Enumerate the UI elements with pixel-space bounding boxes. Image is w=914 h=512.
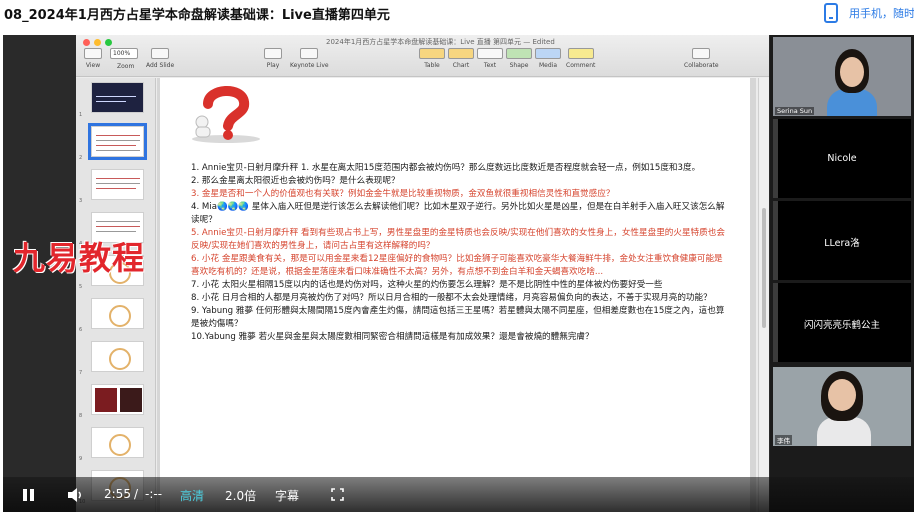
add-slide-button[interactable]: Add Slide — [146, 48, 174, 69]
chart-icon — [448, 48, 474, 59]
participant-tile[interactable]: Nicole — [773, 119, 911, 198]
slide-number: 1 — [79, 112, 83, 118]
participant-tile[interactable]: LLera洛 — [773, 201, 911, 280]
slide-thumbnail-selected[interactable] — [88, 123, 147, 160]
minimize-window-icon[interactable] — [94, 39, 101, 46]
collaborate-icon — [692, 48, 711, 59]
zoom-window-icon[interactable] — [105, 39, 112, 46]
slide-navigator[interactable]: 1 2 3 4 5 6 7 8 9 — [76, 78, 156, 512]
slide-thumbnail[interactable] — [91, 298, 144, 329]
subtitles-button[interactable]: 字幕 — [275, 487, 299, 504]
zoom-select[interactable]: 100% — [110, 48, 138, 59]
question-item: 8. 小花 日月合相的人都是月亮被灼伤了对吗？所以日月合相的一般都不太会处理情绪… — [191, 293, 712, 303]
pause-icon[interactable] — [23, 489, 35, 501]
slide-thumbnail[interactable] — [91, 82, 144, 113]
slide-thumbnail[interactable] — [91, 169, 144, 200]
slide-number: 7 — [79, 370, 83, 376]
fullscreen-icon[interactable] — [331, 488, 344, 501]
slide-number: 2 — [79, 155, 83, 161]
scrollbar-thumb[interactable] — [762, 208, 766, 328]
participants-panel: Serina Sun Nicole LLera洛 闪闪亮亮乐鹤公主 李伟 — [770, 35, 914, 512]
quality-button[interactable]: 高清 — [180, 487, 204, 504]
close-window-icon[interactable] — [83, 39, 90, 46]
watch-on-phone-link[interactable]: 用手机，随时 — [849, 5, 914, 21]
comment-icon — [567, 48, 594, 59]
question-item: 3. 金星是否和一个人的价值观也有关联？例如金金牛就是比较重视物质，金双鱼就很重… — [191, 189, 615, 199]
page-header: 08_2024年1月西方占星学本命盘解读基础课：Live直播第四单元 用手机，随… — [0, 0, 914, 30]
duration: -:-- — [145, 487, 163, 501]
current-time: 2:55 — [104, 487, 131, 501]
plus-icon — [151, 48, 170, 59]
question-item: 6. 小花 金星跟美食有关，那是可以用金星来看12星座偏好的食物吗？比如金狮子可… — [191, 254, 723, 277]
slide-thumbnail[interactable] — [91, 384, 144, 415]
table-button[interactable]: Table — [419, 48, 445, 69]
media-icon — [535, 48, 561, 59]
slide-number: 5 — [79, 284, 83, 290]
slide-canvas[interactable]: 1. Annie宝贝-日射月摩升秤 1. 水星在离太阳15度范围内都会被灼伤吗？… — [157, 78, 756, 512]
participant-name: LLera洛 — [824, 238, 860, 249]
keynote-toolbar: 2024年1月西方占星学本命盘解读基础课：Live 直播 第四单元 — Edit… — [76, 35, 769, 77]
play-button[interactable]: Play — [264, 48, 282, 69]
view-button[interactable]: View — [84, 48, 102, 69]
question-item: 9. Yabung 雅夢 任何形體與太陽間隔15度內會產生灼傷，請問這包括三王星… — [191, 306, 725, 329]
participant-name: 李伟 — [775, 435, 792, 445]
canvas-scrollbar[interactable] — [758, 78, 769, 512]
chart-button[interactable]: Chart — [448, 48, 474, 69]
participant-name: 闪闪亮亮乐鹤公主 — [803, 320, 880, 331]
slide-number: 6 — [79, 327, 83, 333]
slide-number: 9 — [79, 456, 83, 462]
question-mark-figure-icon — [192, 85, 260, 143]
keynote-window-title: 2024年1月西方占星学本命盘解读基础课：Live 直播 第四单元 — Edit… — [326, 38, 555, 46]
participant-name: Nicole — [827, 153, 857, 164]
collaborate-button[interactable]: Collaborate — [684, 48, 719, 69]
keynote-window: 2024年1月西方占星学本命盘解读基础课：Live 直播 第四单元 — Edit… — [76, 35, 769, 512]
question-item: 4. Mia🌏🌏🌏 星体入庙入旺但是逆行该怎么去解读他们呢？比如木星双子逆行。另… — [191, 202, 725, 225]
slide-thumbnail[interactable] — [91, 341, 144, 372]
participant-name: Serina Sun — [775, 107, 815, 115]
participant-tile[interactable]: 李伟 — [773, 367, 911, 446]
question-item: 7. 小花 太阳火星相隔15度以内的话也是灼伤对吗，这种火星的灼伤要怎么理解？是… — [191, 280, 663, 290]
slide-thumbnail[interactable] — [91, 427, 144, 458]
slide-number: 3 — [79, 198, 83, 204]
view-icon — [84, 48, 102, 59]
shape-icon — [506, 48, 532, 59]
page-title: 08_2024年1月西方占星学本命盘解读基础课：Live直播第四单元 — [4, 8, 390, 23]
current-slide: 1. Annie宝贝-日射月摩升秤 1. 水星在离太阳15度范围内都会被灼伤吗？… — [160, 78, 750, 512]
question-item: 10.Yabung 雅夢 若火星與金星與太陽度數相同緊密合相請問這樣是有加成效果… — [191, 332, 594, 342]
speed-button[interactable]: 2.0倍 — [225, 487, 256, 504]
question-item: 5. Annie宝贝-日射月摩升秤 看到有些现占书上写，男性星盘里的金星特质也会… — [191, 228, 725, 251]
keynote-live-button[interactable]: Keynote Live — [290, 48, 329, 69]
keynote-live-icon — [300, 48, 319, 59]
participant-tile[interactable]: 闪闪亮亮乐鹤公主 — [773, 283, 911, 362]
video-control-bar: 2:55 / -:-- 高清 2.0倍 字幕 — [3, 477, 914, 512]
video-player[interactable]: 2024年1月西方占星学本命盘解读基础课：Live 直播 第四单元 — Edit… — [3, 35, 914, 512]
comment-button[interactable]: Comment — [566, 48, 595, 69]
question-item: 1. Annie宝贝-日射月摩升秤 1. 水星在离太阳15度范围内都会被灼伤吗？… — [191, 163, 701, 173]
shape-button[interactable]: Shape — [506, 48, 532, 69]
media-button[interactable]: Media — [535, 48, 561, 69]
text-icon — [477, 48, 503, 59]
participant-video — [773, 367, 911, 446]
participant-tile[interactable]: Serina Sun — [773, 37, 911, 116]
question-list: 1. Annie宝贝-日射月摩升秤 1. 水星在离太阳15度范围内都会被灼伤吗？… — [191, 162, 726, 344]
time-separator: / — [134, 487, 139, 501]
watermark-logo: 九易教程 — [13, 239, 146, 277]
play-icon — [264, 48, 282, 59]
text-button[interactable]: Text — [477, 48, 503, 69]
phone-icon[interactable] — [824, 3, 838, 23]
participant-video — [773, 37, 911, 116]
volume-icon[interactable] — [66, 487, 84, 503]
zoom-label: Zoom — [117, 63, 135, 70]
slide-number: 8 — [79, 413, 83, 419]
question-item: 2. 那么金星离太阳很近也会被灼伤吗？是什么表现呢？ — [191, 176, 400, 186]
table-icon — [419, 48, 445, 59]
